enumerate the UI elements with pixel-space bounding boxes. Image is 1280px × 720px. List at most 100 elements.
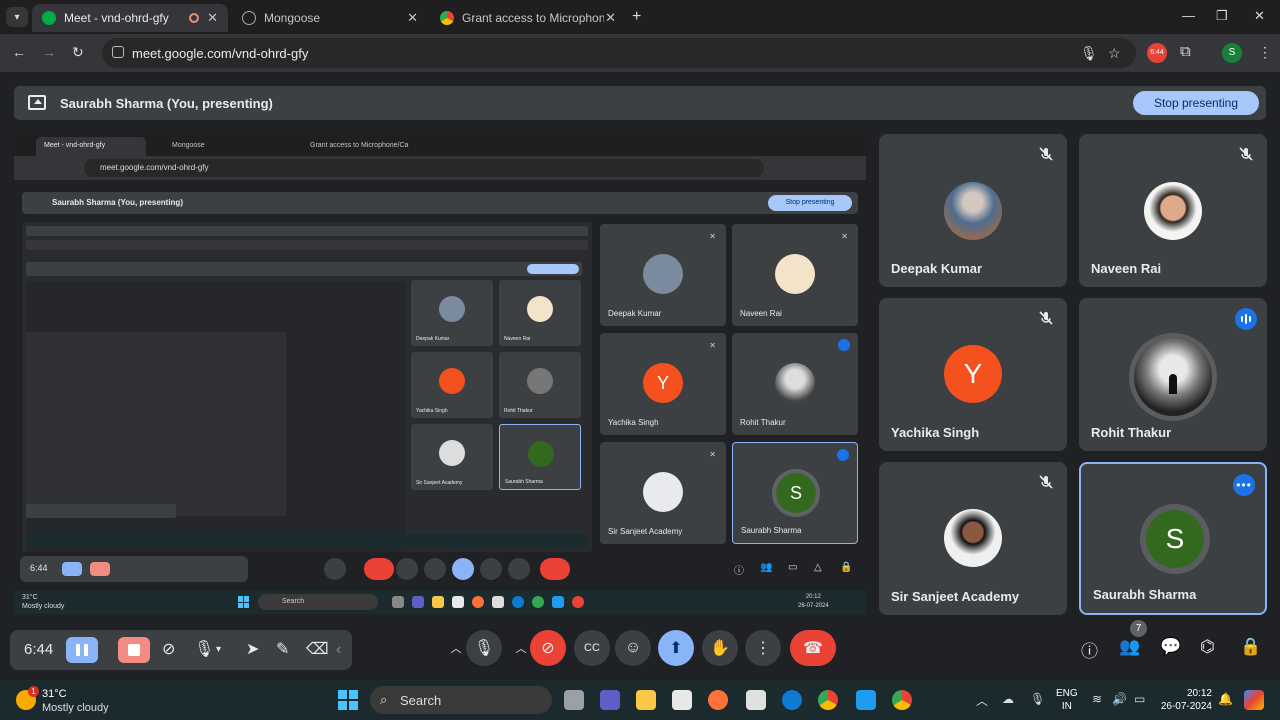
site-info-icon[interactable] — [112, 46, 124, 58]
close-tab-icon[interactable]: ✕ — [605, 10, 616, 26]
camera-off-button[interactable]: ⊘ — [530, 630, 566, 666]
bookmark-star-icon[interactable]: ☆ — [1108, 45, 1121, 62]
host-controls-icon[interactable]: 🔒 — [1240, 637, 1261, 657]
collapse-icon[interactable]: ‹ — [336, 640, 341, 660]
firefox-icon[interactable] — [708, 690, 728, 710]
pointer-icon[interactable]: ➤ — [246, 640, 259, 660]
microphone-button[interactable]: 🎙 — [466, 630, 502, 666]
chrome-icon[interactable] — [818, 690, 838, 710]
shared-search: Search — [258, 594, 378, 610]
new-tab-button[interactable]: + — [632, 8, 641, 26]
avatar: S — [776, 473, 816, 513]
shared-activities-icon: △ — [814, 562, 822, 573]
window-close-icon[interactable]: ✕ — [1254, 8, 1265, 24]
avatar — [1144, 182, 1202, 240]
copilot-icon[interactable] — [1244, 690, 1264, 710]
close-tab-icon[interactable]: ✕ — [407, 10, 418, 26]
video-options-caret[interactable]: ︿ — [511, 630, 531, 666]
shared-toolbar: meet.google.com/vnd-ohrd-gfy — [14, 156, 866, 180]
shared-address-bar: meet.google.com/vnd-ohrd-gfy — [84, 159, 764, 177]
shared-tab-bar: Meet - vnd-ohrd-gfy Mongoose Grant acces… — [14, 134, 866, 156]
stop-sharing-button[interactable] — [118, 637, 150, 663]
battery-icon[interactable]: ▭ — [1134, 692, 1145, 706]
task-view-icon[interactable] — [564, 690, 584, 710]
profile-avatar[interactable]: S — [1222, 43, 1242, 63]
search-icon: ⌕ — [380, 692, 388, 707]
show-hidden-icons[interactable]: ︿ — [976, 692, 988, 709]
store-icon[interactable] — [746, 690, 766, 710]
taskbar-clock[interactable]: 20:12 26-07-2024 — [1160, 687, 1212, 713]
address-bar[interactable]: meet.google.com/vnd-ohrd-gfy 🎙 ☆ — [102, 38, 1136, 68]
participant-tile-saurabh-sharma[interactable]: ••• S Saurabh Sharma — [1079, 462, 1267, 615]
edge-icon[interactable] — [782, 690, 802, 710]
nested-tile: Saurabh Sharma — [499, 424, 581, 490]
avatar: Y — [944, 345, 1002, 403]
eraser-icon[interactable]: ⌫ — [306, 640, 329, 660]
back-icon[interactable]: ← — [12, 44, 26, 60]
participant-tile-rohit-thakur[interactable]: Rohit Thakur — [1079, 298, 1267, 451]
nested-taskbar — [26, 534, 588, 548]
recording-indicator-icon — [189, 13, 200, 23]
participant-tile-sir-sanjeet-academy[interactable]: Sir Sanjeet Academy — [879, 462, 1067, 615]
more-options-button[interactable]: ⋮ — [745, 630, 781, 666]
pause-sharing-button[interactable] — [66, 637, 98, 663]
microphone-icon[interactable]: 🎙 — [1080, 45, 1098, 62]
more-options-icon[interactable]: ••• — [1233, 474, 1255, 496]
vscode-icon[interactable] — [856, 690, 876, 710]
avatar — [775, 363, 815, 403]
language-indicator[interactable]: ENG IN — [1056, 687, 1078, 713]
leave-call-button[interactable]: ☎ — [790, 630, 836, 666]
minimize-icon[interactable]: — — [1182, 8, 1195, 23]
tab-search-icon[interactable]: ▾ — [6, 7, 28, 27]
shared-tab-mongoose: Mongoose — [172, 142, 205, 149]
raise-hand-button[interactable]: ✋ — [702, 630, 738, 666]
tab-grant-access[interactable]: Grant access to Microphone/Ca ✕ — [430, 4, 626, 32]
taskbar-search[interactable]: ⌕ Search — [370, 686, 552, 714]
close-tab-icon[interactable]: ✕ — [207, 10, 218, 26]
forward-icon[interactable]: → — [42, 44, 56, 60]
notification-bell-icon[interactable]: 🔔 — [1218, 692, 1233, 706]
shared-presenter-pill: 6:44 — [20, 556, 248, 582]
chrome-icon[interactable] — [892, 690, 912, 710]
pen-icon[interactable]: ✎ — [276, 640, 289, 660]
activities-icon[interactable]: ⌬ — [1200, 637, 1215, 657]
stop-presenting-button[interactable]: Stop presenting — [1133, 91, 1259, 115]
mic-off-icon — [1039, 475, 1053, 489]
present-now-button[interactable]: ⬆ — [658, 630, 694, 666]
emoji-button[interactable]: ☺ — [615, 630, 651, 666]
meet-favicon-icon — [42, 11, 56, 25]
extensions-icon[interactable]: ⧉ — [1180, 43, 1191, 60]
chevron-down-icon[interactable]: ▾ — [216, 640, 221, 660]
participant-tile-yachika-singh[interactable]: Y Yachika Singh — [879, 298, 1067, 451]
volume-icon[interactable]: 🔊 — [1112, 692, 1127, 706]
maximize-icon[interactable]: ❐ — [1216, 8, 1228, 24]
meeting-details-icon[interactable]: ⓘ — [1081, 637, 1098, 662]
audio-options-caret[interactable]: ︿ — [446, 630, 466, 666]
tab-mongoose[interactable]: Mongoose ✕ — [232, 4, 428, 32]
teams-icon[interactable] — [600, 690, 620, 710]
shared-tab-meet: Meet - vnd-ohrd-gfy — [36, 137, 146, 156]
windows-start-icon[interactable] — [338, 690, 358, 710]
presenting-title: Saurabh Sharma (You, presenting) — [60, 96, 273, 111]
hide-self-icon[interactable]: ⊘ — [162, 640, 175, 660]
amazon-icon[interactable] — [672, 690, 692, 710]
browser-menu-icon[interactable]: ⋮ — [1258, 44, 1272, 61]
file-explorer-icon[interactable] — [636, 690, 656, 710]
nested-toolbar — [26, 240, 588, 250]
microphone-icon[interactable]: 🎙 — [194, 640, 214, 660]
captions-button[interactable]: CC — [574, 630, 610, 666]
people-icon[interactable]: 👥 — [1119, 637, 1140, 657]
cloud-icon[interactable]: ☁ — [1002, 692, 1014, 706]
reload-icon[interactable]: ↻ — [72, 44, 84, 61]
tab-meet[interactable]: Meet - vnd-ohrd-gfy ✕ — [32, 4, 228, 32]
nested-stop-button — [527, 264, 579, 274]
browser-toolbar: ← → ↻ meet.google.com/vnd-ohrd-gfy 🎙 ☆ 6… — [0, 34, 1280, 72]
chat-icon[interactable]: 💬 — [1160, 637, 1181, 657]
recorder-extension-icon[interactable]: 6:44 — [1147, 43, 1167, 63]
participant-tile-deepak-kumar[interactable]: Deepak Kumar — [879, 134, 1067, 287]
wifi-icon[interactable]: ≋ — [1092, 692, 1102, 706]
microphone-tray-icon[interactable]: 🎙 — [1030, 692, 1045, 706]
participant-tile-naveen-rai[interactable]: Naveen Rai — [1079, 134, 1267, 287]
presenter-controls: 6:44 ⊘ 🎙 ▾ ➤ ✎ ⌫ ‹ — [10, 630, 352, 670]
presenting-timer: 6:44 — [24, 641, 54, 658]
